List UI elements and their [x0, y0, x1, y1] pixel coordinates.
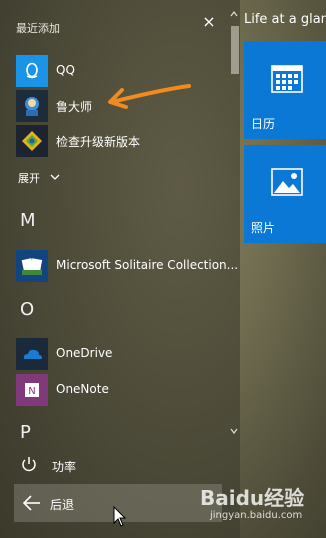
- app-label: QQ: [56, 63, 75, 77]
- expand-button[interactable]: 展开: [18, 170, 60, 186]
- annotation-arrow-icon: [108, 84, 191, 109]
- app-label: 鲁大师: [56, 100, 93, 114]
- watermark-brand: Baidu经验: [200, 486, 305, 510]
- power-button[interactable]: 功率: [20, 455, 76, 477]
- svg-text:N: N: [28, 386, 35, 397]
- app-item-onenote[interactable]: N OneNote: [0, 374, 228, 406]
- app-item-solitaire[interactable]: Microsoft Solitaire Collection...: [0, 250, 238, 282]
- onedrive-icon: [16, 338, 48, 370]
- power-label: 功率: [52, 460, 77, 474]
- tile-label: 照片: [251, 221, 276, 235]
- tile-photos[interactable]: 照片: [244, 145, 326, 243]
- app-label: OneNote: [56, 382, 109, 396]
- calendar-icon: [271, 63, 303, 97]
- scroll-thumb[interactable]: [231, 26, 239, 74]
- close-icon[interactable]: ×: [202, 14, 216, 30]
- back-label: 后退: [50, 498, 75, 512]
- tile-label: 日历: [251, 117, 276, 131]
- section-header-p[interactable]: P: [20, 422, 31, 443]
- onenote-icon: N: [16, 374, 48, 406]
- photos-icon: [271, 167, 303, 201]
- section-header-m[interactable]: M: [20, 210, 36, 231]
- recently-added-header: 最近添加: [16, 22, 60, 35]
- app-label: OneDrive: [56, 346, 113, 360]
- tile-group-header[interactable]: Life at a glance: [244, 12, 326, 27]
- cursor-icon: [113, 506, 127, 527]
- app-label: Microsoft Solitaire Collection...: [56, 258, 239, 272]
- update-icon: [16, 125, 48, 157]
- tile-calendar[interactable]: 日历: [244, 41, 326, 139]
- app-item-onedrive[interactable]: OneDrive: [0, 338, 228, 370]
- app-item-check-update[interactable]: 检查升级新版本: [0, 125, 228, 157]
- expand-label: 展开: [18, 172, 40, 185]
- chevron-down-icon[interactable]: [230, 427, 238, 437]
- qq-icon: [16, 55, 48, 87]
- chevron-up-icon[interactable]: [230, 10, 238, 20]
- section-header-o[interactable]: O: [20, 299, 34, 320]
- solitaire-icon: [16, 250, 48, 282]
- watermark-url: jingyan.baidu.com: [210, 510, 303, 521]
- app-label: 检查升级新版本: [56, 135, 141, 149]
- ludashi-icon: [16, 90, 48, 122]
- arrow-left-icon: [22, 494, 42, 516]
- power-icon: [20, 457, 38, 477]
- chevron-down-icon: [50, 171, 60, 184]
